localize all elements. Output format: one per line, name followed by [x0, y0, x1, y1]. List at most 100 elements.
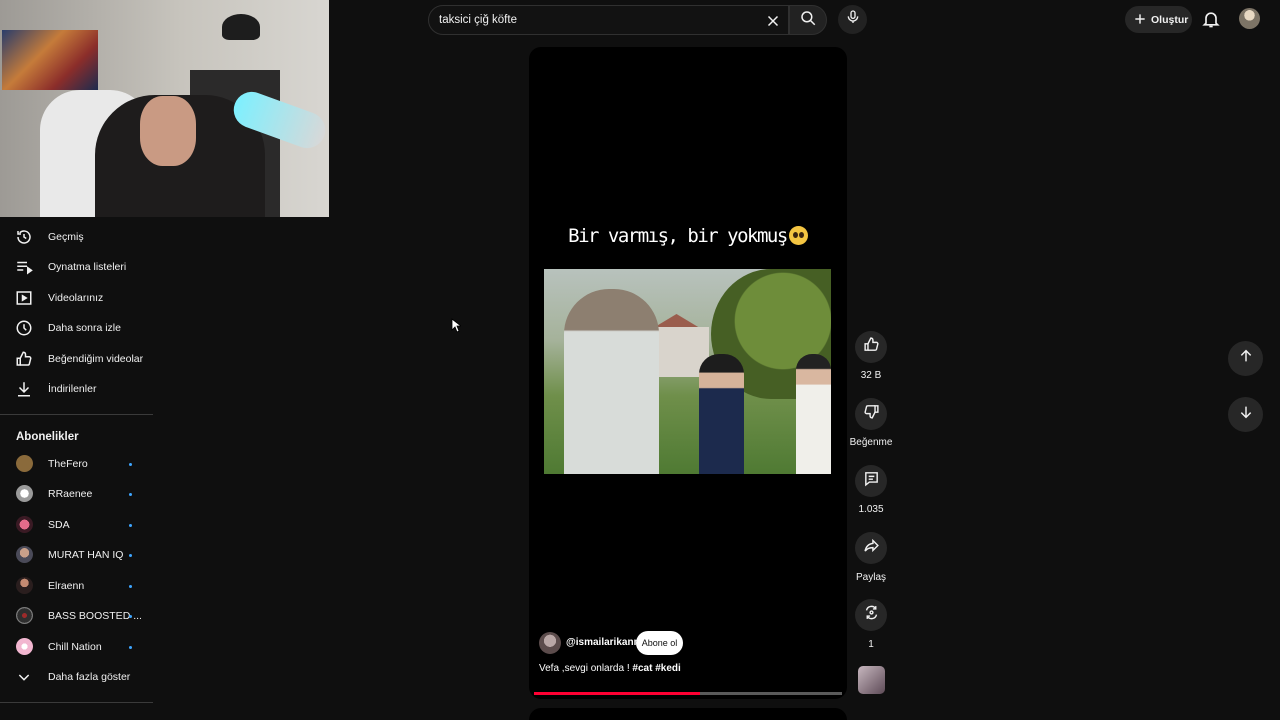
- new-content-dot: [129, 524, 132, 527]
- short-player[interactable]: Bir varmış, bir yokmuş @ismailarikann Ab…: [529, 47, 847, 699]
- video-caption: Bir varmış, bir yokmuş: [529, 225, 847, 247]
- sidebar-item-label: Videolarınız: [48, 292, 104, 304]
- sidebar-item-label: Geçmiş: [48, 231, 84, 243]
- like-button[interactable]: [855, 331, 887, 363]
- subscription-item[interactable]: SDA: [0, 512, 153, 538]
- create-button[interactable]: Oluştur: [1125, 6, 1192, 33]
- microphone-icon: [845, 9, 861, 30]
- channel-avatar: [16, 485, 33, 502]
- your-videos-icon: [15, 289, 33, 307]
- hashtags[interactable]: #cat #kedi: [632, 663, 680, 674]
- video-boy: [564, 289, 659, 474]
- share-button[interactable]: [855, 532, 887, 564]
- sidebar-divider: [0, 702, 153, 703]
- search-query: taksici çiğ köfte: [439, 14, 517, 26]
- new-content-dot: [129, 585, 132, 588]
- comment-icon: [863, 470, 880, 492]
- new-content-dot: [129, 646, 132, 649]
- sidebar-item-playlists[interactable]: Oynatma listeleri: [0, 252, 153, 282]
- subscription-name: MURAT HAN IQ: [48, 549, 124, 561]
- subscription-name: BASS BOOSTED ...: [48, 610, 142, 622]
- subscriptions-heading: Abonelikler: [16, 431, 79, 443]
- share-label: Paylaş: [855, 572, 886, 583]
- mouse-cursor-icon: [451, 318, 461, 333]
- sidebar-item-label: Oynatma listeleri: [48, 261, 127, 273]
- clear-search-icon[interactable]: [764, 12, 782, 30]
- arrow-up-icon: [1238, 348, 1254, 369]
- new-content-dot: [129, 493, 132, 496]
- chevron-down-icon: [15, 668, 33, 686]
- sidebar-item-watch-later[interactable]: Daha sonra izle: [0, 313, 153, 343]
- new-content-dot: [129, 554, 132, 557]
- webcam-overlay: [0, 0, 329, 217]
- channel-avatar: [16, 516, 33, 533]
- subscription-item[interactable]: BASS BOOSTED ...: [0, 603, 153, 629]
- channel-avatar: [16, 577, 33, 594]
- channel-avatar: [16, 546, 33, 563]
- playlists-icon: [15, 258, 33, 276]
- channel-avatar: [16, 607, 33, 624]
- comments-button[interactable]: [855, 465, 887, 497]
- search-icon: [799, 9, 817, 32]
- liked-icon: [15, 350, 33, 368]
- video-woman: [699, 354, 744, 474]
- sidebar-item-your-videos[interactable]: Videolarınız: [0, 283, 153, 313]
- subscription-item[interactable]: RRaenee: [0, 481, 153, 507]
- video-description: Vefa ,sevgi onlarda ! #cat #kedi: [539, 663, 681, 674]
- sidebar-item-label: Beğendiğim videolar: [48, 353, 144, 365]
- arrow-down-icon: [1238, 404, 1254, 425]
- download-icon: [15, 380, 33, 398]
- sound-thumbnail[interactable]: [858, 666, 885, 694]
- notifications-icon[interactable]: [1201, 9, 1221, 29]
- subscription-item[interactable]: MURAT HAN IQ: [0, 542, 153, 568]
- caption-text: Bir varmış, bir yokmuş: [568, 225, 788, 247]
- previous-short-button[interactable]: [1228, 341, 1263, 376]
- webcam-poster: [2, 30, 98, 90]
- progress-fill: [534, 692, 701, 695]
- next-short-peek: [529, 708, 847, 720]
- remix-button[interactable]: [855, 599, 887, 631]
- comment-count: 1.035: [858, 504, 884, 515]
- sidebar-item-label: İndirilenler: [48, 383, 97, 395]
- video-nurse: [796, 354, 831, 474]
- create-label: Oluştur: [1151, 14, 1189, 26]
- avatar[interactable]: [1239, 8, 1260, 29]
- video-frame: [544, 269, 831, 474]
- subscription-name: SDA: [48, 519, 70, 531]
- like-count: 32 B: [860, 370, 882, 381]
- new-content-dot: [129, 463, 132, 466]
- channel-avatar[interactable]: [539, 632, 561, 654]
- dislike-label: Beğenme: [849, 437, 893, 448]
- subscription-item[interactable]: Chill Nation: [0, 634, 153, 660]
- webcam-face: [140, 96, 196, 166]
- voice-search-button[interactable]: [838, 5, 867, 34]
- progress-bar[interactable]: [534, 692, 842, 695]
- sidebar: Geçmiş Oynatma listeleri Videolarınız Da…: [0, 217, 153, 720]
- subscription-item[interactable]: TheFero: [0, 451, 153, 477]
- thumbs-down-icon: [863, 403, 880, 425]
- show-more-label: Daha fazla göster: [48, 671, 131, 683]
- watch-later-icon: [15, 319, 33, 337]
- subscription-name: RRaenee: [48, 488, 93, 500]
- description-text: Vefa ,sevgi onlarda !: [539, 663, 633, 674]
- channel-avatar: [16, 638, 33, 655]
- sidebar-item-history[interactable]: Geçmiş: [0, 222, 153, 252]
- thumbs-up-icon: [863, 336, 880, 358]
- show-more-button[interactable]: Daha fazla göster: [0, 662, 153, 692]
- next-short-button[interactable]: [1228, 397, 1263, 432]
- pleading-face-emoji-icon: [788, 226, 808, 245]
- webcam-lamp: [222, 14, 260, 40]
- subscription-item[interactable]: Elraenn: [0, 573, 153, 599]
- search-input[interactable]: taksici çiğ köfte: [428, 5, 789, 35]
- share-icon: [863, 537, 880, 559]
- dislike-button[interactable]: [855, 398, 887, 430]
- subscribe-button[interactable]: Abone ol: [636, 631, 683, 655]
- search-button[interactable]: [789, 5, 827, 35]
- remix-icon: [863, 604, 880, 626]
- sidebar-item-downloads[interactable]: İndirilenler: [0, 374, 153, 404]
- remix-count: 1: [868, 639, 874, 650]
- history-icon: [15, 228, 33, 246]
- sidebar-item-liked-videos[interactable]: Beğendiğim videolar: [0, 344, 153, 374]
- subscription-name: TheFero: [48, 458, 88, 470]
- channel-name[interactable]: @ismailarikann: [566, 637, 640, 648]
